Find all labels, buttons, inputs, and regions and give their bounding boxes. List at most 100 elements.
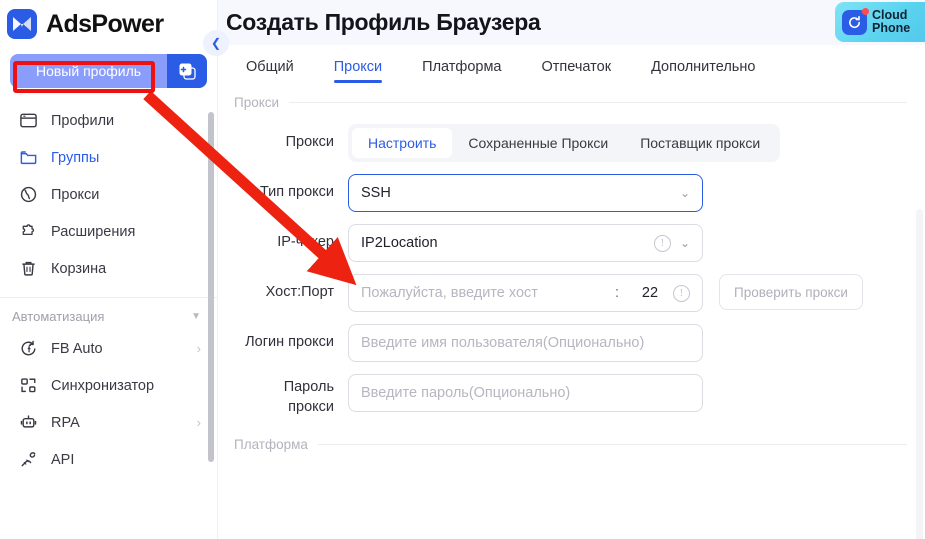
sidebar-item-api[interactable]: API — [0, 441, 217, 478]
host-input-placeholder[interactable]: Пожалуйста, введите хост — [361, 285, 607, 301]
sidebar-item-synchronizer[interactable]: Синхронизатор — [0, 367, 217, 404]
globe-proxy-icon — [18, 184, 39, 205]
puzzle-piece-icon — [18, 221, 39, 242]
segment-saved-proxies[interactable]: Сохраненные Прокси — [452, 128, 624, 158]
sidebar-item-label: Корзина — [51, 260, 107, 277]
tab-bar: Общий Прокси Платформа Отпечаток Дополни… — [218, 45, 925, 89]
tab-proxy[interactable]: Прокси — [314, 45, 402, 89]
adspower-app-window: AdsPower Новый профиль Профили Группы Пр… — [0, 0, 925, 539]
form-row-proxy-password: Пароль прокси Введите пароль(Опционально… — [218, 374, 925, 417]
browser-window-icon — [18, 110, 39, 131]
section-divider-platform: Платформа — [218, 429, 925, 452]
proxy-login-input[interactable]: Введите имя пользователя(Опционально) — [348, 324, 703, 362]
facebook-refresh-icon — [18, 338, 39, 359]
proxy-type-select[interactable]: SSH ⌄ — [348, 174, 703, 212]
sidebar-item-profiles[interactable]: Профили — [0, 102, 217, 139]
form-row-proxy-mode: Прокси Настроить Сохраненные Прокси Пост… — [218, 124, 925, 162]
proxy-login-placeholder: Введите имя пользователя(Опционально) — [361, 335, 645, 351]
segment-configure[interactable]: Настроить — [352, 128, 453, 158]
proxy-mode-segmented-control: Настроить Сохраненные Прокси Поставщик п… — [348, 124, 781, 162]
proxy-password-input[interactable]: Введите пароль(Опционально) — [348, 374, 703, 412]
tab-general[interactable]: Общий — [226, 45, 314, 89]
chevron-down-icon[interactable]: ⌄ — [680, 186, 690, 200]
cloud-phone-badge[interactable]: Cloud Phone — [835, 2, 925, 42]
page-title: Создать Профиль Браузера — [226, 9, 541, 35]
proxy-mode-label: Прокси — [285, 134, 334, 150]
exclamation-circle-icon[interactable]: ! — [653, 234, 671, 252]
proxy-password-label: Пароль прокси — [218, 374, 348, 417]
proxy-password-placeholder: Введите пароль(Опционально) — [361, 385, 571, 401]
sidebar-item-label: Профили — [51, 112, 115, 129]
sidebar-item-label: Прокси — [51, 186, 100, 203]
section-label: Прокси — [234, 95, 280, 110]
check-proxy-button[interactable]: Проверить прокси — [719, 274, 863, 310]
chevron-right-icon[interactable]: › — [197, 415, 201, 430]
sidebar-item-label: Синхронизатор — [51, 377, 155, 394]
sync-nodes-icon — [18, 375, 39, 396]
proxy-form: Прокси Настроить Сохраненные Прокси Пост… — [218, 110, 925, 417]
sidebar-item-groups[interactable]: Группы — [0, 139, 217, 176]
ip-checker-select[interactable]: IP2Location ! ⌄ — [348, 224, 703, 262]
sidebar: AdsPower Новый профиль Профили Группы Пр… — [0, 0, 229, 539]
segment-proxy-provider[interactable]: Поставщик прокси — [624, 128, 776, 158]
form-row-ip-checker: IP-чекер IP2Location ! ⌄ — [218, 224, 925, 262]
brand: AdsPower — [0, 0, 217, 42]
sidebar-item-proxies[interactable]: Прокси — [0, 176, 217, 213]
sidebar-item-rpa[interactable]: RPA › — [0, 404, 217, 441]
main-scrollbar-thumb[interactable] — [916, 209, 923, 539]
chevron-down-icon[interactable]: ⌄ — [680, 236, 690, 250]
section-divider-proxy: Прокси — [218, 89, 925, 110]
tab-fingerprint[interactable]: Отпечаток — [522, 45, 632, 89]
sidebar-nav: Профили Группы Прокси Расширения Корзина… — [0, 102, 217, 478]
sidebar-item-label: RPA — [51, 414, 80, 431]
sidebar-item-label: FB Auto — [51, 340, 103, 357]
host-port-label: Хост:Порт — [265, 284, 334, 300]
brand-name: AdsPower — [46, 9, 164, 38]
exclamation-circle-icon[interactable]: ! — [673, 284, 690, 302]
proxy-login-label: Логин прокси — [245, 334, 334, 350]
sidebar-item-label: API — [51, 451, 75, 468]
sidebar-item-fb-auto[interactable]: FB Auto › — [0, 330, 217, 367]
adspower-butterfly-logo-icon — [7, 9, 37, 39]
tab-platform[interactable]: Платформа — [402, 45, 521, 89]
section-label: Платформа — [234, 437, 308, 453]
chevron-right-icon[interactable]: › — [197, 341, 201, 356]
form-row-proxy-login: Логин прокси Введите имя пользователя(Оп… — [218, 324, 925, 362]
proxy-type-value: SSH — [361, 185, 391, 201]
form-row-proxy-type: Тип прокси SSH ⌄ — [218, 174, 925, 212]
ip-checker-value: IP2Location — [361, 235, 438, 251]
cloud-phone-line2: Phone — [872, 21, 911, 35]
sidebar-item-label: Расширения — [51, 223, 136, 240]
main-header: Создать Профиль Браузера Cloud Phone — [218, 0, 925, 45]
chevron-left-icon: ❮ — [210, 36, 222, 50]
sidebar-item-label: Группы — [51, 149, 100, 166]
chevron-down-icon[interactable]: ▼ — [191, 311, 201, 322]
proxy-password-label-line2: прокси — [288, 398, 334, 415]
main-panel: Создать Профиль Браузера Cloud Phone Общ… — [218, 0, 925, 539]
proxy-type-label: Тип прокси — [259, 184, 334, 200]
api-plug-icon — [18, 449, 39, 470]
trash-bin-icon — [18, 258, 39, 279]
proxy-password-label-line1: Пароль — [283, 379, 334, 395]
host-port-input-group[interactable]: Пожалуйста, введите хост : 22 ! — [348, 274, 703, 312]
sidebar-item-extensions[interactable]: Расширения — [0, 213, 217, 250]
section-rule — [317, 444, 907, 446]
cloud-phone-label: Cloud Phone — [872, 8, 911, 35]
form-row-host-port: Хост:Порт Пожалуйста, введите хост : 22 … — [218, 274, 925, 312]
cloud-phone-icon — [842, 7, 869, 35]
sidebar-collapse-button[interactable]: ❮ — [203, 30, 229, 56]
sidebar-group-label: Автоматизация — [12, 309, 105, 324]
ip-checker-label: IP-чекер — [277, 234, 334, 250]
folder-open-icon — [18, 147, 39, 168]
add-square-icon[interactable] — [167, 54, 207, 88]
robot-icon — [18, 412, 39, 433]
tab-additional[interactable]: Дополнительно — [631, 45, 775, 89]
new-profile-row: Новый профиль — [10, 54, 207, 88]
host-port-separator: : — [614, 285, 619, 301]
new-profile-button[interactable]: Новый профиль — [10, 54, 167, 88]
sidebar-scrollbar-thumb[interactable] — [208, 112, 214, 462]
section-rule — [289, 102, 907, 103]
port-input[interactable]: 22 — [627, 285, 673, 301]
sidebar-item-trash[interactable]: Корзина — [0, 250, 217, 287]
sidebar-group-automation[interactable]: Автоматизация ▼ — [0, 298, 217, 330]
